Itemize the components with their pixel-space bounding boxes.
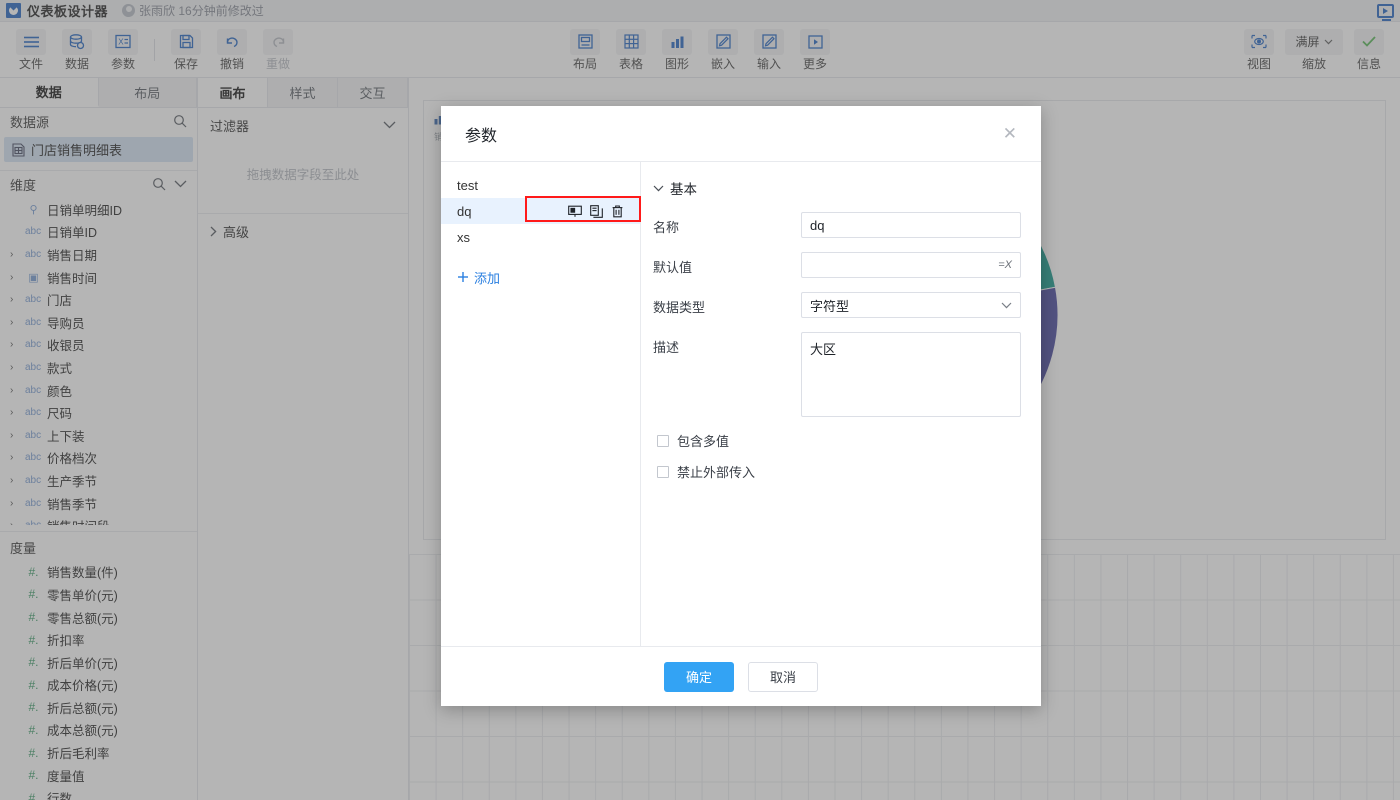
datatype-value: 字符型 <box>810 296 849 315</box>
basic-group-label: 基本 <box>670 178 697 198</box>
parameter-name: test <box>457 178 478 193</box>
confirm-button[interactable]: 确定 <box>664 662 734 692</box>
checkbox-multivalue[interactable]: 包含多值 <box>657 431 1021 450</box>
parameter-name: dq <box>457 204 471 219</box>
basic-group-header[interactable]: 基本 <box>653 178 1021 198</box>
name-label: 名称 <box>653 212 801 236</box>
default-value-label: 默认值 <box>653 252 801 276</box>
dialog-footer: 确定 取消 <box>441 646 1041 706</box>
checkbox-disallow-external[interactable]: 禁止外部传入 <box>657 462 1021 481</box>
row-action-group <box>568 205 624 218</box>
copy-icon[interactable] <box>590 205 603 218</box>
checkbox-disallow-external-label: 禁止外部传入 <box>677 462 755 481</box>
cancel-button[interactable]: 取消 <box>748 662 818 692</box>
datatype-select[interactable]: 字符型 <box>801 292 1021 318</box>
chevron-down-icon <box>1001 302 1012 309</box>
parameter-dialog: 参数 ✕ test dq <box>441 106 1041 706</box>
field-row-datatype: 数据类型 字符型 <box>653 292 1021 318</box>
checkbox-multivalue-label: 包含多值 <box>677 431 729 450</box>
application-root: 仪表板设计器 张雨欣 16分钟前修改过 文件 <box>0 0 1400 800</box>
name-input[interactable]: dq <box>801 212 1021 238</box>
dialog-header: 参数 ✕ <box>441 106 1041 162</box>
dialog-body: test dq <box>441 162 1041 646</box>
checkbox-icon[interactable] <box>657 466 669 478</box>
rename-icon[interactable] <box>568 205 582 218</box>
add-parameter-button[interactable]: 添加 <box>441 264 640 290</box>
dialog-title: 参数 <box>465 122 1003 146</box>
description-textarea[interactable]: 大区 <box>801 332 1021 417</box>
field-row-description: 描述 大区 <box>653 332 1021 417</box>
name-input-value: dq <box>810 218 824 233</box>
list-item[interactable]: xs <box>441 224 640 250</box>
parameter-name: xs <box>457 230 470 245</box>
delete-icon[interactable] <box>611 205 624 218</box>
checkbox-icon[interactable] <box>657 435 669 447</box>
parameter-list: test dq <box>441 162 641 646</box>
field-row-name: 名称 dq <box>653 212 1021 238</box>
list-item[interactable]: dq <box>441 198 640 224</box>
parameter-form: 基本 名称 dq 默认值 =X <box>641 162 1041 646</box>
close-icon[interactable]: ✕ <box>1003 125 1017 142</box>
list-item[interactable]: test <box>441 172 640 198</box>
field-row-default: 默认值 =X <box>653 252 1021 278</box>
default-value-input[interactable]: =X <box>801 252 1021 278</box>
description-label: 描述 <box>653 332 801 356</box>
plus-icon <box>457 271 469 283</box>
add-parameter-label: 添加 <box>474 268 500 287</box>
datatype-label: 数据类型 <box>653 292 801 316</box>
formula-icon[interactable]: =X <box>998 259 1012 271</box>
chevron-down-icon <box>653 185 664 192</box>
